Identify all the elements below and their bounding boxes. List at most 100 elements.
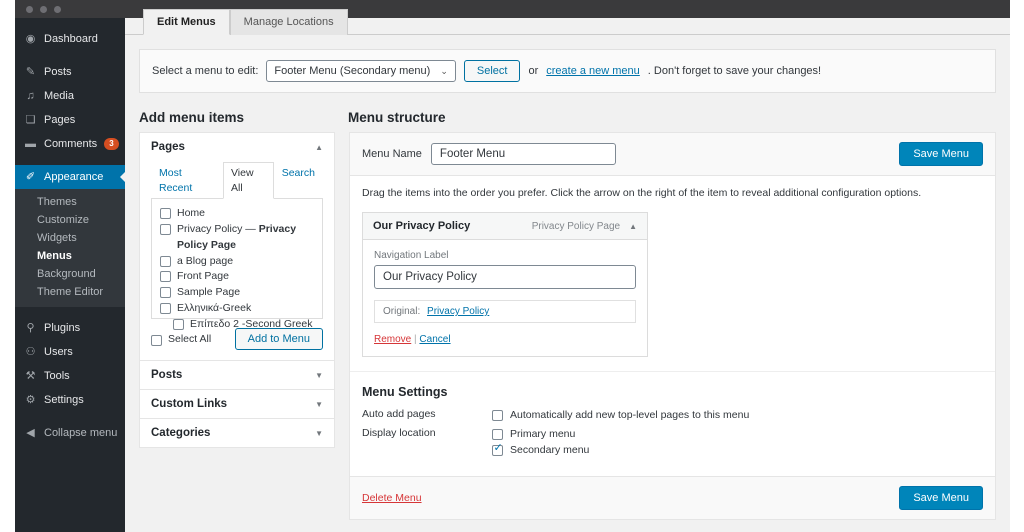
sidebar-item-label: Collapse menu [44, 427, 117, 439]
sidebar-item-collapse-menu[interactable]: ◀ Collapse menu [15, 421, 125, 445]
location-option-secondary[interactable]: Secondary menu [492, 443, 589, 456]
panel-categories-header[interactable]: Categories ▼ [140, 419, 334, 447]
brush-icon: ✐ [24, 172, 37, 183]
gear-icon: ⚙ [24, 395, 37, 406]
cancel-link[interactable]: Cancel [419, 334, 450, 345]
panel-categories: Categories ▼ [139, 419, 335, 448]
panel-pages-header[interactable]: Pages ▲ [140, 133, 334, 161]
page-label: Sample Page [177, 285, 240, 301]
submenu-item-themes[interactable]: Themes [15, 193, 125, 211]
list-item[interactable]: Ελληνικά-Greek [160, 301, 314, 317]
save-menu-button-bottom[interactable]: Save Menu [899, 486, 983, 510]
list-item[interactable]: Sample Page [160, 285, 314, 301]
submenu-item-customize[interactable]: Customize [15, 211, 125, 229]
delete-menu-link[interactable]: Delete Menu [362, 492, 422, 504]
select-menu-label: Select a menu to edit: [152, 65, 258, 77]
create-new-menu-link[interactable]: create a new menu [546, 65, 640, 77]
sidebar-item-comments[interactable]: ▬ Comments 3 [15, 132, 125, 156]
page-checkbox[interactable] [160, 224, 171, 235]
subtab-search[interactable]: Search [274, 162, 323, 199]
window-maximize-button[interactable] [54, 6, 61, 13]
window-close-button[interactable] [26, 6, 33, 13]
admin-sidebar: ◉ Dashboard ✎ Posts ♫ Media ❏ Pages ▬ Co… [15, 18, 125, 532]
subtab-view-all[interactable]: View All [223, 162, 274, 199]
auto-add-pages-option-label: Automatically add new top-level pages to… [510, 409, 749, 421]
add-menu-items-column: Pages ▲ Most Recent View All Search H [139, 132, 335, 448]
page-checkbox[interactable] [160, 271, 171, 282]
pages-subtabs: Most Recent View All Search [151, 161, 323, 199]
page-checkbox[interactable] [173, 319, 184, 330]
sidebar-item-media[interactable]: ♫ Media [15, 84, 125, 108]
page-checkbox[interactable] [160, 303, 171, 314]
sidebar-item-plugins[interactable]: ⚲ Plugins [15, 316, 125, 340]
add-to-menu-button[interactable]: Add to Menu [235, 328, 323, 350]
pages-icon: ❏ [24, 115, 37, 126]
menu-settings-heading: Menu Settings [362, 385, 983, 399]
display-location-options: Primary menu Secondary menu [492, 427, 589, 459]
primary-menu-checkbox[interactable] [492, 429, 503, 440]
select-all-checkbox[interactable] [151, 335, 162, 346]
sidebar-item-dashboard[interactable]: ◉ Dashboard [15, 27, 125, 51]
location-label: Primary menu [510, 428, 575, 440]
menu-item-header[interactable]: Our Privacy Policy Privacy Policy Page ▲ [363, 213, 647, 240]
tab-edit-menus[interactable]: Edit Menus [143, 9, 230, 35]
location-option-primary[interactable]: Primary menu [492, 427, 589, 440]
chevron-down-icon: ⌄ [440, 66, 448, 77]
submenu-item-background[interactable]: Background [15, 265, 125, 283]
page-label: Front Page [177, 269, 229, 285]
display-location-label: Display location [362, 427, 492, 459]
or-text: or [528, 65, 538, 77]
sidebar-item-settings[interactable]: ⚙ Settings [15, 388, 125, 412]
list-item[interactable]: a Blog page [160, 254, 314, 270]
page-checkbox[interactable] [160, 256, 171, 267]
select-button[interactable]: Select [464, 60, 521, 82]
secondary-menu-checkbox[interactable] [492, 445, 503, 456]
sidebar-item-label: Comments [44, 138, 97, 150]
select-all-row[interactable]: Select All [151, 333, 211, 346]
sidebar-item-label: Users [44, 346, 73, 358]
page-checkbox[interactable] [160, 208, 171, 219]
menu-select-dropdown[interactable]: Footer Menu (Secondary menu) ⌄ [266, 60, 455, 82]
chevron-down-icon: ▼ [315, 371, 323, 380]
menu-name-input[interactable] [431, 143, 616, 165]
submenu-item-theme-editor[interactable]: Theme Editor [15, 283, 125, 301]
drag-hint-text: Drag the items into the order you prefer… [362, 187, 983, 199]
auto-add-pages-checkbox[interactable] [492, 410, 503, 421]
menu-structure-heading: Menu structure [348, 110, 446, 125]
original-link[interactable]: Privacy Policy [427, 306, 489, 317]
list-item[interactable]: Front Page [160, 269, 314, 285]
menu-settings-section: Menu Settings Auto add pages Automatical… [350, 371, 995, 476]
auto-add-pages-row: Auto add pages Automatically add new top… [362, 408, 983, 424]
menu-item-body: Navigation Label Original: Privacy Polic… [363, 240, 647, 356]
panel-title: Categories [151, 427, 210, 439]
admin-main: Edit Menus Manage Locations Select a men… [125, 18, 1010, 532]
sidebar-item-posts[interactable]: ✎ Posts [15, 60, 125, 84]
dashboard-icon: ◉ [24, 34, 37, 45]
original-field: Original: Privacy Policy [374, 300, 636, 323]
pin-icon: ✎ [24, 67, 37, 78]
browser-window: ◉ Dashboard ✎ Posts ♫ Media ❏ Pages ▬ Co… [0, 0, 1024, 532]
menu-items-area: Drag the items into the order you prefer… [350, 176, 995, 371]
submenu-item-widgets[interactable]: Widgets [15, 229, 125, 247]
collapse-icon: ◀ [24, 428, 37, 439]
navigation-label-input[interactable] [374, 265, 636, 289]
menu-item-our-privacy-policy: Our Privacy Policy Privacy Policy Page ▲… [362, 212, 648, 357]
subtab-most-recent[interactable]: Most Recent [151, 162, 223, 199]
panel-custom-links-header[interactable]: Custom Links ▼ [140, 390, 334, 418]
tab-manage-locations[interactable]: Manage Locations [230, 9, 348, 35]
submenu-item-menus[interactable]: Menus [15, 247, 125, 265]
chevron-up-icon[interactable]: ▲ [629, 222, 637, 231]
page-checkbox[interactable] [160, 287, 171, 298]
sidebar-item-pages[interactable]: ❏ Pages [15, 108, 125, 132]
auto-add-pages-option[interactable]: Automatically add new top-level pages to… [492, 408, 749, 421]
sidebar-item-users[interactable]: ⚇ Users [15, 340, 125, 364]
panel-posts: Posts ▼ [139, 361, 335, 390]
sidebar-item-appearance[interactable]: ✐ Appearance [15, 165, 125, 189]
sidebar-item-tools[interactable]: ⚒ Tools [15, 364, 125, 388]
remove-link[interactable]: Remove [374, 334, 411, 345]
list-item[interactable]: Privacy Policy — Privacy Policy Page [160, 222, 314, 254]
window-minimize-button[interactable] [40, 6, 47, 13]
panel-posts-header[interactable]: Posts ▼ [140, 361, 334, 389]
save-menu-button-top[interactable]: Save Menu [899, 142, 983, 166]
list-item[interactable]: Home [160, 206, 314, 222]
